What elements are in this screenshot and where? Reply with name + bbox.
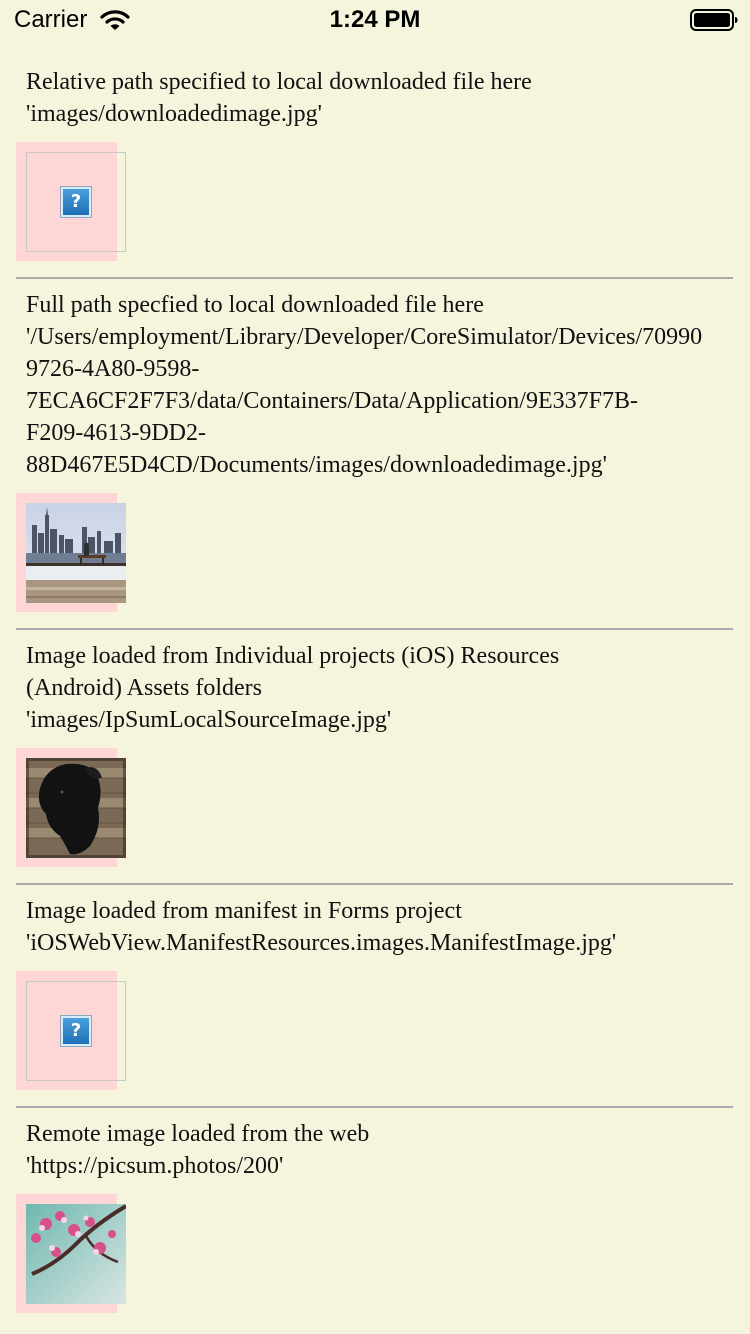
section-remote-image: Remote image loaded from the web 'https:…	[0, 1108, 750, 1313]
broken-image: ?	[26, 981, 126, 1081]
section-line: 7ECA6CF2F7F3/data/Containers/Data/Applic…	[26, 388, 638, 414]
section-line: 'images/downloadedimage.jpg'	[26, 101, 322, 127]
broken-image-icon: ?	[60, 1015, 92, 1047]
section-text: Remote image loaded from the web 'https:…	[0, 1108, 750, 1182]
section-line: Remote image loaded from the web	[26, 1121, 370, 1147]
section-line: 'https://picsum.photos/200'	[26, 1153, 284, 1179]
section-line: '/Users/employment/Library/Developer/Cor…	[26, 324, 703, 350]
section-line: F209-4613-9DD2-	[26, 420, 206, 446]
section-text: Image loaded from manifest in Forms proj…	[0, 885, 750, 959]
section-line: 88D467E5D4CD/Documents/images/downloaded…	[26, 452, 607, 478]
section-resources-image: Image loaded from Individual projects (i…	[0, 630, 750, 885]
section-manifest-image: Image loaded from manifest in Forms proj…	[0, 885, 750, 1108]
section-line: 'images/IpSumLocalSourceImage.jpg'	[26, 707, 392, 733]
status-time: 1:24 PM	[329, 6, 421, 33]
cherry-blossom-photo	[26, 1204, 126, 1304]
image-frame	[16, 493, 126, 612]
section-line: Full path specfied to local downloaded f…	[26, 292, 484, 318]
section-line: 9726-4A80-9598-	[26, 356, 200, 382]
image-frame: ?	[16, 971, 126, 1090]
section-full-path: Full path specfied to local downloaded f…	[0, 279, 750, 630]
section-text: Image loaded from Individual projects (i…	[0, 630, 750, 736]
image-frame: ?	[16, 142, 126, 261]
content-scroll[interactable]: Relative path specified to local downloa…	[0, 56, 750, 1313]
broken-image: ?	[26, 152, 126, 252]
section-line: 'iOSWebView.ManifestResources.images.Man…	[26, 930, 617, 956]
broken-image-icon: ?	[60, 186, 92, 218]
section-line: Image loaded from Individual projects (i…	[26, 643, 560, 669]
section-line: Image loaded from manifest in Forms proj…	[26, 898, 462, 924]
section-line: Relative path specified to local downloa…	[26, 69, 532, 95]
black-dog-photo	[26, 758, 126, 858]
image-frame	[16, 748, 126, 867]
status-bar: Carrier 1:24 PM	[0, 0, 750, 40]
section-text: Relative path specified to local downloa…	[0, 56, 750, 130]
battery-icon	[690, 9, 738, 31]
image-frame	[16, 1194, 126, 1313]
city-skyline-photo	[26, 503, 126, 603]
section-relative-path: Relative path specified to local downloa…	[0, 56, 750, 279]
section-text: Full path specfied to local downloaded f…	[0, 279, 750, 481]
section-line: (Android) Assets folders	[26, 675, 262, 701]
